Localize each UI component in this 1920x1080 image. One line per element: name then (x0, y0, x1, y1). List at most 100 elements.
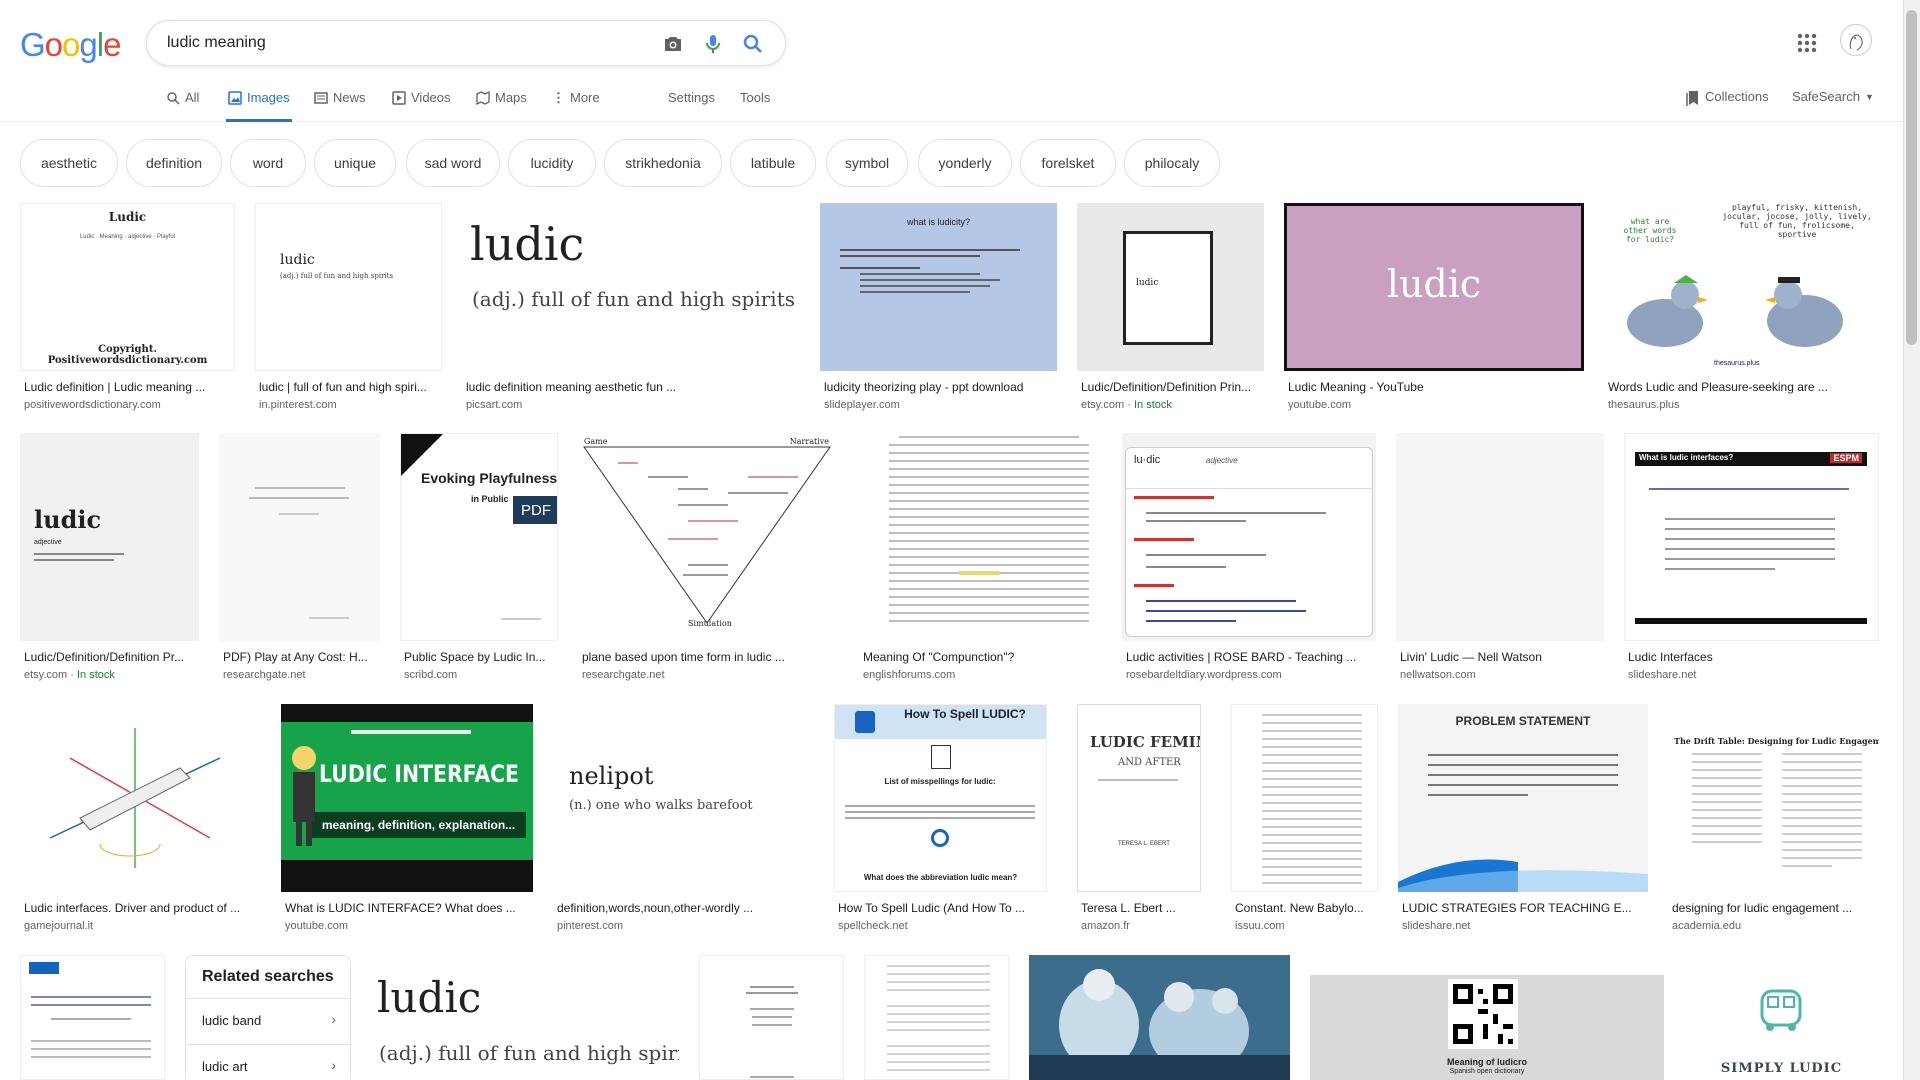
result-title[interactable]: Constant. New Babylo... (1235, 901, 1378, 915)
result-title[interactable]: Ludic interfaces. Driver and product of … (24, 901, 259, 915)
camera-icon[interactable] (661, 32, 685, 56)
image-thumbnail[interactable]: The Drift Table: Designing for Ludic Eng… (1668, 704, 1879, 892)
image-thumbnail[interactable] (20, 704, 262, 892)
tab-all[interactable]: All (166, 90, 199, 122)
result-source: scribd.com (404, 669, 458, 681)
result-title[interactable]: Words Ludic and Pleasure-seeking are ... (1608, 380, 1878, 394)
video-thumbnail[interactable]: LUDIC INTERFACE meaning, definition, exp… (281, 704, 533, 892)
result-title[interactable]: Teresa L. Ebert ... (1081, 901, 1199, 915)
chip-lucidity[interactable]: lucidity (508, 139, 596, 187)
image-thumbnail[interactable]: what are other words for ludic? playful,… (1604, 203, 1879, 371)
scrollbar-thumb[interactable] (1906, 10, 1917, 345)
microphone-icon[interactable] (701, 32, 725, 56)
image-thumbnail[interactable]: Meaning of ludicro Spanish open dictiona… (1310, 975, 1664, 1080)
image-thumbnail[interactable]: ludic (adj.) full of fun and high spirit… (255, 203, 442, 371)
image-thumbnail[interactable] (20, 955, 165, 1080)
result-title[interactable]: Public Space by Ludic In... (404, 650, 554, 664)
result-title[interactable]: Meaning Of "Compunction"? (863, 650, 1098, 664)
chip-strikhedonia[interactable]: strikhedonia (604, 139, 722, 187)
search-icon[interactable] (741, 32, 765, 56)
image-thumbnail[interactable]: lu·dic adjective (1122, 433, 1376, 641)
result-title[interactable]: designing for ludic engagement ... (1672, 901, 1879, 915)
result-title[interactable]: ludicity theorizing play - ppt download (824, 380, 1054, 394)
result-source: nellwatson.com (1400, 669, 1476, 681)
image-thumbnail[interactable] (1231, 704, 1378, 892)
chip-unique[interactable]: unique (314, 139, 396, 187)
chip-symbol[interactable]: symbol (826, 139, 908, 187)
apps-grid-icon[interactable] (1796, 32, 1818, 54)
safesearch-dropdown[interactable]: SafeSearch ▼ (1792, 89, 1874, 121)
image-thumbnail[interactable] (864, 955, 1009, 1080)
chip-sad-word[interactable]: sad word (406, 139, 500, 187)
search-icon (167, 92, 180, 105)
chip-yonderly[interactable]: yonderly (918, 139, 1012, 187)
image-thumbnail[interactable]: ludic (adj.) full of fun and high spirit… (462, 203, 800, 371)
result-title[interactable]: definition,words,noun,other-wordly ... (557, 901, 812, 915)
map-icon (476, 91, 490, 105)
account-avatar[interactable] (1840, 24, 1872, 56)
tab-videos[interactable]: Videos (392, 90, 451, 122)
tab-more[interactable]: ⋮ More (552, 90, 600, 122)
video-thumbnail[interactable]: ludic (1284, 203, 1584, 371)
image-thumbnail[interactable] (1029, 955, 1290, 1080)
chip-latibule[interactable]: latibule (730, 139, 816, 187)
image-thumbnail[interactable] (699, 955, 844, 1080)
result-title[interactable]: Ludic activities | ROSE BARD - Teaching … (1126, 650, 1374, 664)
qr-code (1448, 979, 1518, 1049)
result-title[interactable]: PDF) Play at Any Cost: H... (223, 650, 378, 664)
search-input[interactable] (167, 31, 647, 55)
image-thumbnail[interactable] (1396, 433, 1604, 641)
google-logo[interactable]: Google (20, 26, 121, 64)
play-icon (392, 91, 406, 105)
result-source: researchgate.net (582, 669, 665, 681)
tab-images[interactable]: Images (226, 90, 292, 122)
result-title[interactable]: Ludic Interfaces (1628, 650, 1878, 664)
image-thumbnail[interactable]: ludic (adj.) full of fun and high spirit… (371, 955, 679, 1080)
chip-forelsket[interactable]: forelsket (1020, 139, 1116, 187)
tab-news[interactable]: News (314, 90, 366, 122)
image-thumbnail[interactable] (219, 433, 380, 641)
image-thumbnail[interactable]: LUDIC FEMINISM AND AFTER TERESA L. EBERT (1077, 704, 1201, 892)
chip-word[interactable]: word (230, 139, 306, 187)
image-thumbnail[interactable]: nelipot (n.) one who walks barefoot (553, 704, 814, 892)
chevron-right-icon: › (331, 1011, 336, 1027)
result-title[interactable]: How To Spell Ludic (And How To ... (838, 901, 1046, 915)
result-source: amazon.fr (1081, 920, 1130, 932)
image-thumbnail[interactable]: ludic (1077, 203, 1264, 371)
tab-maps[interactable]: Maps (476, 90, 527, 122)
result-title[interactable]: Ludic Meaning - YouTube (1288, 380, 1578, 394)
pigeons-illustration (1627, 275, 1843, 347)
result-title[interactable]: What is LUDIC INTERFACE? What does ... (285, 901, 530, 915)
image-thumbnail[interactable]: PROBLEM STATEMENT (1398, 704, 1648, 892)
tools-link[interactable]: Tools (740, 90, 770, 122)
result-title[interactable]: ludic definition meaning aesthetic fun .… (466, 380, 796, 394)
image-thumbnail[interactable]: Evoking Playfulness in Public PDF (400, 433, 558, 641)
image-thumbnail[interactable] (859, 433, 1102, 641)
result-source: spellcheck.net (838, 920, 908, 932)
result-title[interactable]: plane based upon time form in ludic ... (582, 650, 832, 664)
triangle-diagram (583, 446, 831, 624)
result-title[interactable]: LUDIC STRATEGIES FOR TEACHING E... (1402, 901, 1647, 915)
related-search-item[interactable]: ludic art › (186, 1044, 350, 1080)
result-source: englishforums.com (863, 669, 956, 681)
result-source: thesaurus.plus (1608, 399, 1680, 411)
image-thumbnail[interactable]: How To Spell LUDIC? List of misspellings… (834, 704, 1047, 892)
image-thumbnail[interactable]: ludic adjective (20, 433, 199, 641)
image-thumbnail[interactable]: Game Narrative Simulation (578, 433, 837, 641)
result-source: pinterest.com (557, 920, 624, 932)
image-thumbnail[interactable]: SIMPLY LUDIC (1684, 955, 1879, 1080)
image-thumbnail[interactable]: Ludic Ludic · Meaning · adjective · Play… (20, 203, 235, 371)
result-title[interactable]: Livin' Ludic — Nell Watson (1400, 650, 1600, 664)
chip-definition[interactable]: definition (126, 139, 222, 187)
image-thumbnail[interactable]: What is ludic interfaces? ESPM (1624, 433, 1879, 641)
image-thumbnail[interactable]: what is ludicity? (820, 203, 1057, 371)
chip-aesthetic[interactable]: aesthetic (20, 139, 118, 187)
settings-link[interactable]: Settings (668, 90, 715, 122)
result-title[interactable]: Ludic/Definition/Definition Pr... (24, 650, 194, 664)
chip-philocaly[interactable]: philocaly (1124, 139, 1220, 187)
result-title[interactable]: Ludic/Definition/Definition Prin... (1081, 380, 1261, 394)
collections-link[interactable]: Collections (1686, 89, 1769, 121)
related-search-item[interactable]: ludic band › (186, 998, 350, 1042)
result-title[interactable]: Ludic definition | Ludic meaning ... (24, 380, 224, 394)
result-title[interactable]: ludic | full of fun and high spiri... (259, 380, 439, 394)
